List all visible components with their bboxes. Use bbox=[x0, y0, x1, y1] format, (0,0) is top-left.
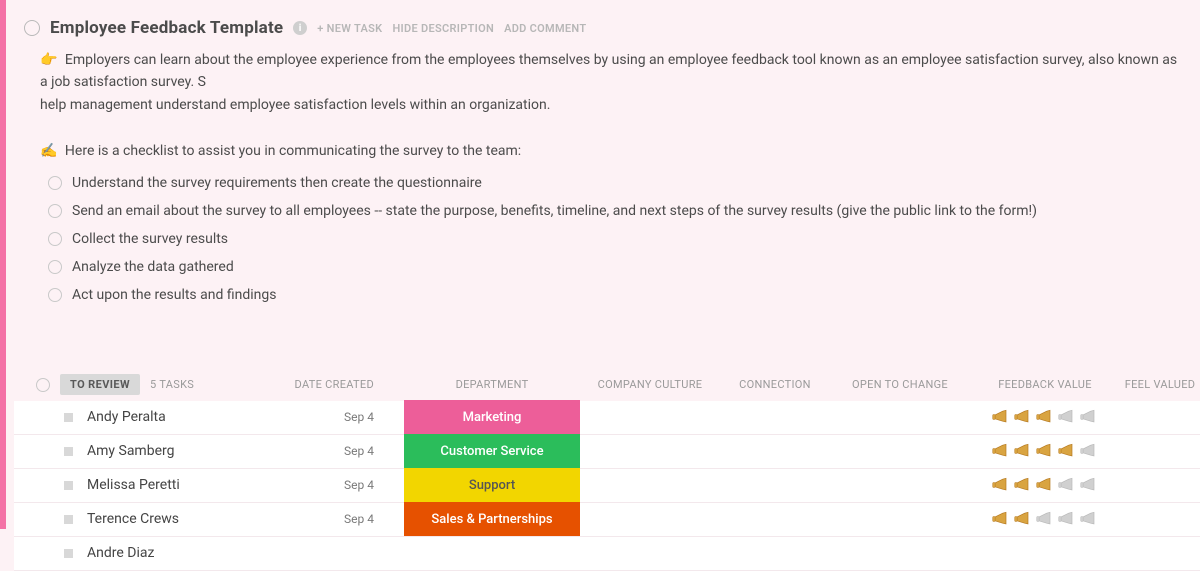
task-name[interactable]: Terence Crews bbox=[87, 511, 179, 527]
status-group-label[interactable]: TO REVIEW bbox=[60, 374, 140, 395]
megaphone-icon bbox=[1012, 407, 1034, 427]
page-title: Employee Feedback Template bbox=[50, 18, 283, 38]
group-collapse-icon[interactable] bbox=[36, 378, 50, 392]
checklist-item[interactable]: Act upon the results and findings bbox=[48, 281, 1200, 309]
megaphone-icon bbox=[1056, 509, 1078, 529]
department-cell[interactable]: Support bbox=[404, 468, 580, 502]
task-status-icon[interactable] bbox=[64, 447, 73, 456]
feedback-value-cell[interactable] bbox=[970, 509, 1120, 529]
column-department[interactable]: DEPARTMENT bbox=[404, 378, 580, 391]
checklist-item-label: Send an email about the survey to all em… bbox=[72, 203, 1037, 219]
task-name[interactable]: Andre Diaz bbox=[87, 545, 154, 561]
date-created-cell: Sep 4 bbox=[264, 444, 404, 458]
megaphone-icon bbox=[1034, 441, 1056, 461]
column-connection[interactable]: CONNECTION bbox=[720, 378, 830, 391]
task-status-icon[interactable] bbox=[64, 515, 73, 524]
checkbox-icon[interactable] bbox=[48, 204, 62, 218]
checklist-heading: ✍️ Here is a checklist to assist you in … bbox=[14, 119, 1194, 165]
task-status-icon[interactable] bbox=[64, 413, 73, 422]
checklist-item-label: Understand the survey requirements then … bbox=[72, 175, 482, 191]
column-feedback-value[interactable]: FEEDBACK VALUE bbox=[970, 378, 1120, 391]
department-cell[interactable]: Customer Service bbox=[404, 434, 580, 468]
feedback-value-cell[interactable] bbox=[970, 475, 1120, 495]
megaphone-icon bbox=[1012, 441, 1034, 461]
hide-description-button[interactable]: HIDE DESCRIPTION bbox=[392, 22, 494, 35]
writing-hand-icon: ✍️ bbox=[40, 143, 57, 159]
checklist-label-text: Here is a checklist to assist you in com… bbox=[65, 143, 521, 159]
task-row[interactable]: Andre Diaz bbox=[14, 537, 1200, 571]
task-row[interactable]: Terence Crews Sep 4 Sales & Partnerships bbox=[14, 503, 1200, 537]
description-intro: 👉 Employers can learn about the employee… bbox=[14, 44, 1194, 95]
description-line2: help management understand employee sati… bbox=[14, 95, 1194, 119]
column-feel-valued[interactable]: FEEL VALUED bbox=[1120, 378, 1200, 391]
department-cell[interactable]: Marketing bbox=[404, 400, 580, 434]
megaphone-icon bbox=[990, 407, 1012, 427]
megaphone-icon bbox=[1034, 475, 1056, 495]
feedback-value-cell[interactable] bbox=[970, 407, 1120, 427]
megaphone-icon bbox=[1078, 475, 1100, 495]
checklist-item[interactable]: Send an email about the survey to all em… bbox=[48, 197, 1200, 225]
checklist-item[interactable]: Analyze the data gathered bbox=[48, 253, 1200, 281]
pointing-right-icon: 👉 bbox=[40, 52, 57, 68]
megaphone-icon bbox=[1056, 407, 1078, 427]
megaphone-icon bbox=[1056, 441, 1078, 461]
checklist-item-label: Analyze the data gathered bbox=[72, 259, 234, 275]
date-created-cell: Sep 4 bbox=[264, 410, 404, 424]
checklist-item-label: Act upon the results and findings bbox=[72, 287, 276, 303]
task-row[interactable]: Melissa Peretti Sep 4 Support bbox=[14, 469, 1200, 503]
new-task-button[interactable]: + NEW TASK bbox=[317, 22, 382, 35]
task-row[interactable]: Amy Samberg Sep 4 Customer Service bbox=[14, 435, 1200, 469]
task-row[interactable]: Andy Peralta Sep 4 Marketing bbox=[14, 401, 1200, 435]
info-icon[interactable]: i bbox=[293, 21, 307, 35]
megaphone-icon bbox=[990, 441, 1012, 461]
status-ring-icon[interactable] bbox=[24, 20, 40, 36]
department-cell[interactable] bbox=[404, 536, 580, 570]
task-count: 5 TASKS bbox=[150, 378, 194, 391]
checkbox-icon[interactable] bbox=[48, 232, 62, 246]
megaphone-icon bbox=[1012, 509, 1034, 529]
date-created-cell: Sep 4 bbox=[264, 478, 404, 492]
task-name[interactable]: Melissa Peretti bbox=[87, 477, 180, 493]
column-open-to-change[interactable]: OPEN TO CHANGE bbox=[830, 378, 970, 391]
checklist-item[interactable]: Understand the survey requirements then … bbox=[48, 169, 1200, 197]
megaphone-icon bbox=[990, 509, 1012, 529]
task-name[interactable]: Amy Samberg bbox=[87, 443, 174, 459]
megaphone-icon bbox=[1056, 475, 1078, 495]
checklist-item-label: Collect the survey results bbox=[72, 231, 228, 247]
checklist-item[interactable]: Collect the survey results bbox=[48, 225, 1200, 253]
column-date-created[interactable]: DATE CREATED bbox=[264, 378, 404, 391]
description-text-1: Employers can learn about the employee e… bbox=[40, 52, 1177, 90]
megaphone-icon bbox=[1078, 407, 1100, 427]
megaphone-icon bbox=[1034, 509, 1056, 529]
date-created-cell: Sep 4 bbox=[264, 512, 404, 526]
checkbox-icon[interactable] bbox=[48, 176, 62, 190]
checkbox-icon[interactable] bbox=[48, 288, 62, 302]
megaphone-icon bbox=[1012, 475, 1034, 495]
department-cell[interactable]: Sales & Partnerships bbox=[404, 502, 580, 536]
column-company-culture[interactable]: COMPANY CULTURE bbox=[580, 378, 720, 391]
megaphone-icon bbox=[990, 475, 1012, 495]
add-comment-button[interactable]: ADD COMMENT bbox=[504, 22, 586, 35]
task-status-icon[interactable] bbox=[64, 549, 73, 558]
task-status-icon[interactable] bbox=[64, 481, 73, 490]
megaphone-icon bbox=[1078, 509, 1100, 529]
task-name[interactable]: Andy Peralta bbox=[87, 409, 166, 425]
megaphone-icon bbox=[1034, 407, 1056, 427]
megaphone-icon bbox=[1078, 441, 1100, 461]
checkbox-icon[interactable] bbox=[48, 260, 62, 274]
feedback-value-cell[interactable] bbox=[970, 441, 1120, 461]
